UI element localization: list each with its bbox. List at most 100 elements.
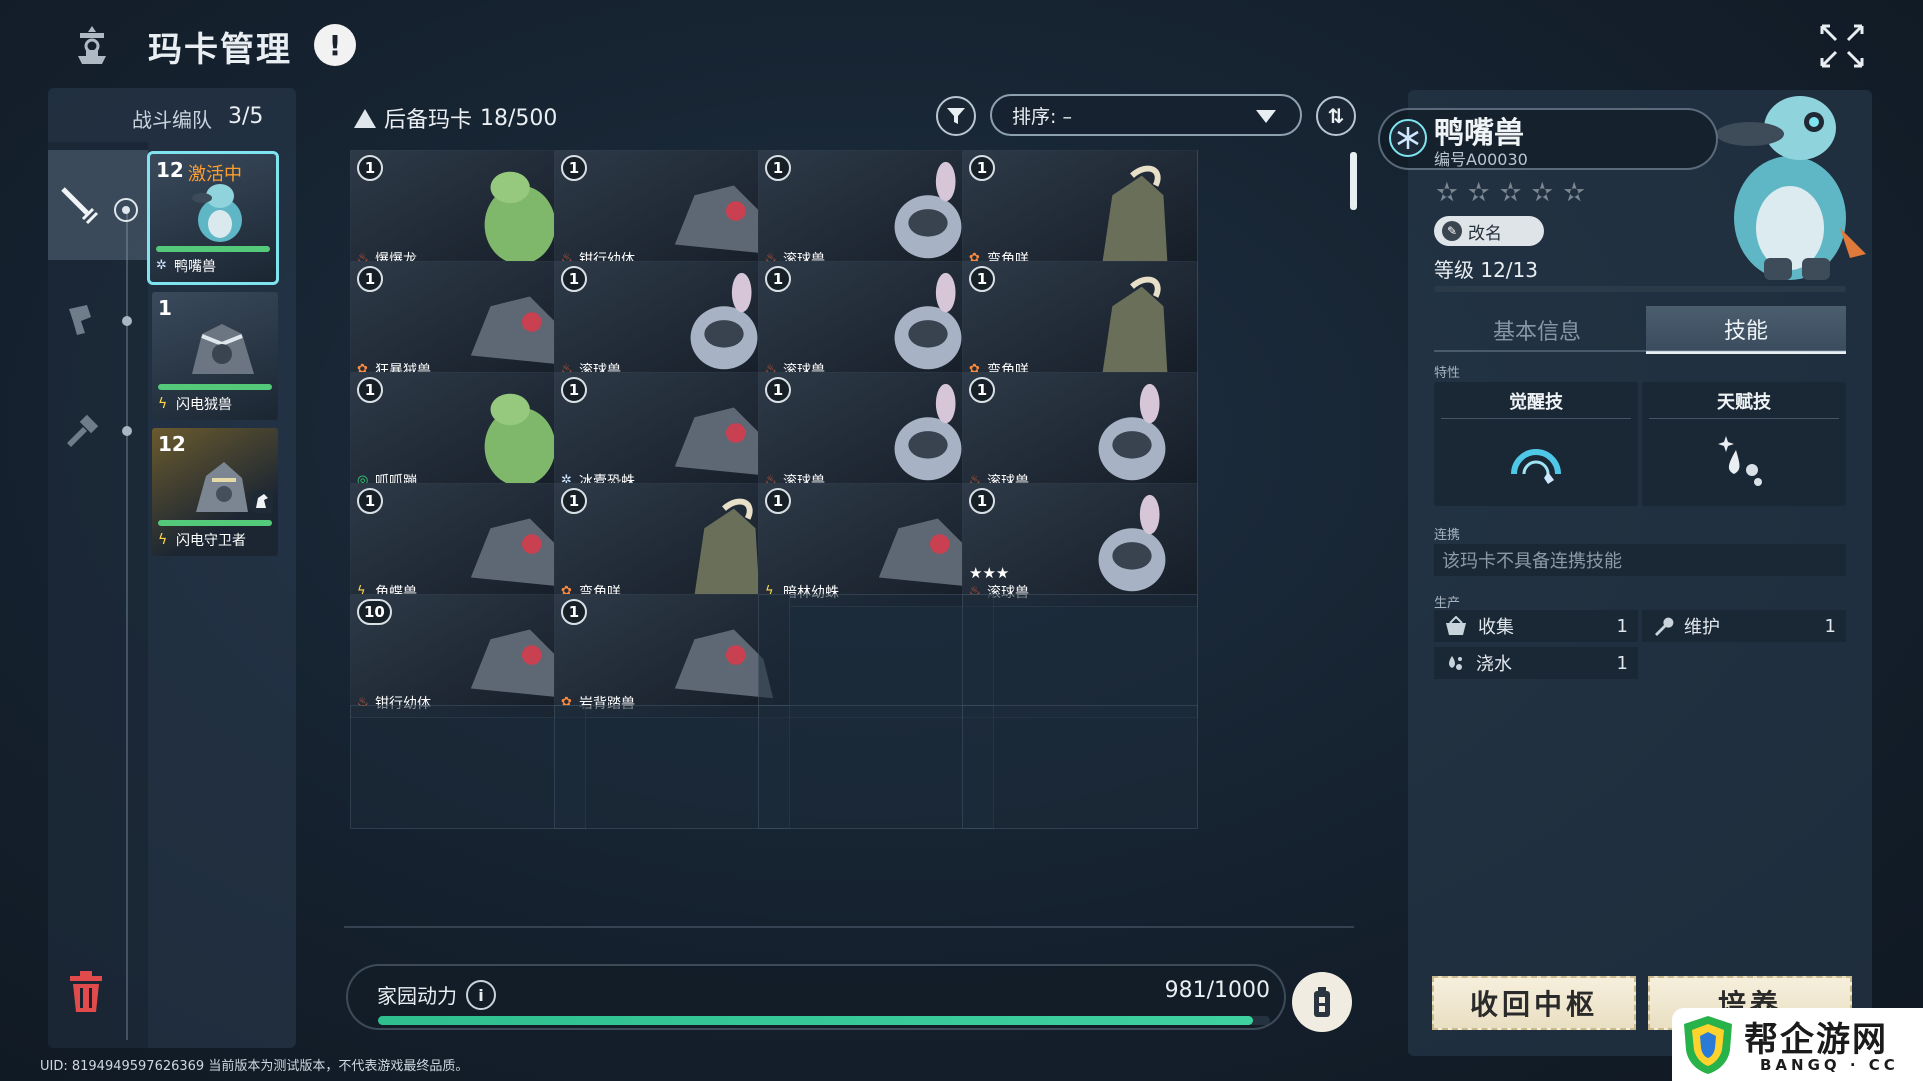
grid-scrollbar[interactable] [1350,152,1357,210]
level-badge: 1 [969,488,995,514]
rename-label: 改名 [1468,223,1502,244]
battery-icon [1314,987,1330,1017]
electric-element-icon: ϟ [158,396,168,412]
level-badge: 1 [561,599,587,625]
talent-skill-title: 天赋技 [1717,392,1771,413]
team-tab-divider [126,210,128,1040]
traits-section-label: 特性 [1434,366,1461,381]
page-title: 玛卡管理 [148,30,292,70]
production-value: 1 [1616,652,1628,674]
shield-logo-icon [1684,1016,1732,1074]
tab-basic-info[interactable]: 基本信息 [1434,306,1640,354]
creature-name: 鸭嘴兽 [174,259,216,275]
hp-bar [158,520,272,526]
maka-card[interactable]: 1 ♨ 滚球兽 [758,372,994,496]
power-cell-button[interactable] [1292,972,1352,1032]
production-name: 维护 [1684,617,1720,638]
alert-button[interactable]: ! [314,24,356,66]
basket-icon [1446,616,1466,635]
maka-card[interactable]: 1 ♨ 滚球兽 [758,261,994,385]
empty-card-slot[interactable] [350,705,586,829]
star-icon: ✫ [1499,178,1522,208]
maka-card[interactable]: 1 ✿ 岩背踏兽 [554,594,790,718]
maka-card[interactable]: 1 ★★★ ♨ 滚球兽 [962,483,1198,607]
creature-id: 编号A00030 [1434,150,1528,169]
level-badge: 1 [357,377,383,403]
creature-portrait-icon [1102,165,1168,263]
awaken-skill-icon [1511,449,1561,484]
star-icon: ✫ [1436,178,1458,208]
maka-card[interactable]: 1 ✿ 弯角咩 [962,150,1198,274]
production-maintain: 维护 1 [1642,610,1846,642]
creature-level: 等级 12/13 [1434,258,1538,282]
watermark-subtext: BANGQ · CC [1760,1056,1899,1074]
star-rating: ✫ ✫ ✫ ✫ ✫ [1436,178,1585,208]
trash-icon[interactable] [66,970,106,1014]
level-badge: 1 [561,488,587,514]
maka-card[interactable]: 1 ✿ 狂暴狨兽 [350,261,586,385]
team-slot-2[interactable]: 1 ϟ 闪电狨兽 [152,292,278,420]
star-icon: ✫ [1531,178,1554,208]
level-badge: 1 [357,266,383,292]
platypus-creature-icon [192,184,242,242]
maka-card[interactable]: 1 ϟ 暗林幼蛛 [758,483,994,607]
sort-select[interactable]: 排序: – [990,94,1302,136]
team-slot-1[interactable]: 12 激活中 ✲ 鸭嘴兽 [147,151,279,285]
water-drops-icon [1449,656,1462,670]
filter-button[interactable] [936,96,976,136]
home-power-value: 981/1000 [1164,978,1270,1003]
empty-card-slot[interactable] [758,705,994,829]
kingdom-emblem-icon [78,26,106,64]
maka-card[interactable]: 1 ♨ 滚球兽 [962,372,1198,496]
team-tab-dot [122,426,132,436]
watermark-text: 帮企游网 [1744,1020,1888,1060]
maka-card[interactable]: 1 ✿ 弯角咩 [962,261,1198,385]
maka-card[interactable]: 1 ♨ 爆爆龙 [350,150,586,274]
maka-card[interactable]: 1 ✿ 弯角咩 [554,483,790,607]
level-badge: 1 [969,377,995,403]
recall-to-hub-button[interactable]: 收回中枢 [1432,976,1636,1030]
chevron-down-icon [1256,110,1276,123]
home-power-fill [378,1016,1253,1025]
empty-card-slot[interactable] [758,594,994,718]
card-star-rating: ★★★ [969,564,1010,582]
team-count: 3/5 [228,104,264,129]
wrench-icon [1655,617,1674,636]
hp-bar [156,246,270,252]
empty-card-slot[interactable] [962,594,1198,718]
level-badge: 1 [765,488,791,514]
level-badge: 1 [158,296,172,320]
sort-order-button[interactable]: ⇅ [1316,96,1356,136]
level-badge: 1 [357,488,383,514]
maka-card[interactable]: 1 ◎ 呱呱蹦 [350,372,586,496]
team-card-name: ϟ 闪电守卫者 [158,530,246,550]
team-slot-3[interactable]: 12 ϟ 闪电守卫者 [152,428,278,556]
empty-card-slot[interactable] [962,705,1198,829]
maka-card[interactable]: 1 ✲ 冰蠹恐蛛 [554,372,790,496]
level-badge: 1 [357,155,383,181]
level-badge: 1 [969,266,995,292]
battle-sword-icon[interactable] [56,182,102,228]
maka-card[interactable]: 1 ♨ 滚球兽 [554,261,790,385]
production-value: 1 [1616,615,1628,637]
pencil-icon: ✎ [1442,221,1462,241]
info-button[interactable]: i [466,980,496,1010]
tab-skills[interactable]: 技能 [1646,306,1846,354]
production-name: 收集 [1478,617,1514,638]
maka-card[interactable]: 1 ϟ 角蝶兽 [350,483,586,607]
team-card-name: ϟ 闪电狨兽 [158,394,232,414]
lightning-marmoset-creature-icon [192,324,254,374]
warning-triangle-icon [354,108,376,128]
ice-element-icon [1389,119,1427,157]
link-section-label: 连携 [1434,528,1461,543]
team-tab-hammer-icon[interactable] [58,410,104,456]
close-icon[interactable] [1818,22,1866,70]
maka-card[interactable]: 10 ♨ 钳行幼体 [350,594,586,718]
rename-button[interactable]: ✎ 改名 [1434,216,1544,246]
maka-card[interactable]: 1 ♨ 钳行幼体 [554,150,790,274]
empty-card-slot[interactable] [554,705,790,829]
production-collect: 收集 1 [1434,610,1638,642]
team-tab-axe-icon[interactable] [58,296,104,342]
maka-card[interactable]: 1 ♨ 滚球兽 [758,150,994,274]
creature-portrait-icon [1102,276,1168,374]
